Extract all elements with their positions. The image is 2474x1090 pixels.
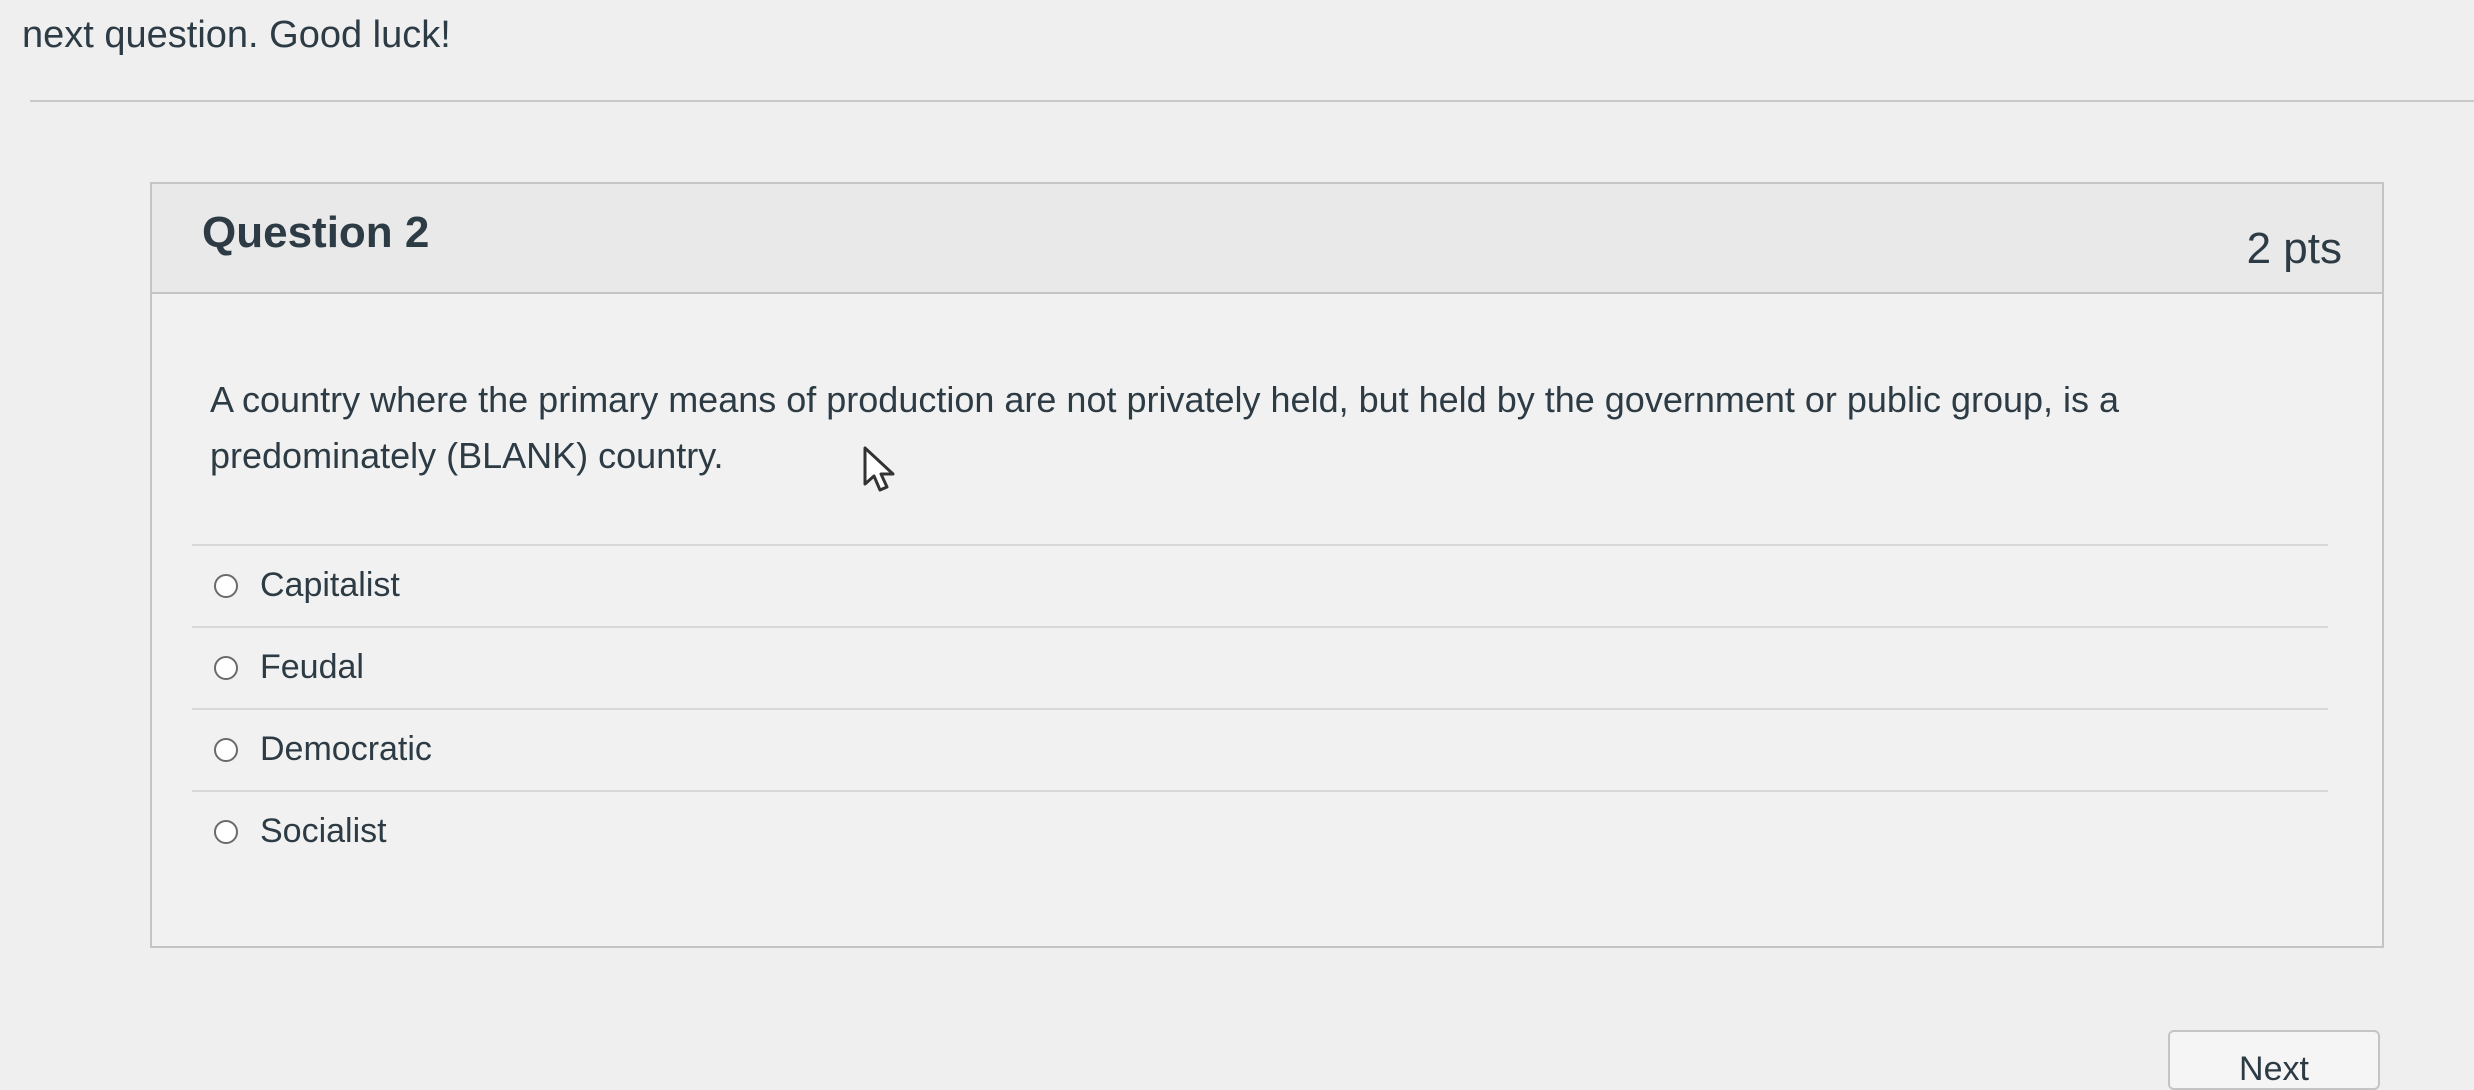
mouse-cursor-icon [863, 446, 895, 492]
question-card: Question 2 2 pts A country where the pri… [150, 182, 2384, 948]
question-header: Question 2 2 pts [152, 184, 2382, 294]
answer-list: Capitalist Feudal Democratic Socialist [192, 544, 2328, 872]
answer-option-socialist[interactable]: Socialist [192, 790, 2328, 872]
next-button[interactable]: Next [2168, 1030, 2380, 1090]
radio-button[interactable] [214, 656, 238, 680]
intro-text: next question. Good luck! [22, 14, 451, 56]
question-points: 2 pts [2246, 224, 2342, 273]
answer-label[interactable]: Feudal [260, 648, 364, 687]
answer-option-capitalist[interactable]: Capitalist [192, 544, 2328, 626]
question-text: A country where the primary means of pro… [210, 379, 2120, 476]
section-divider [30, 100, 2474, 102]
question-title: Question 2 [202, 208, 430, 257]
answer-label[interactable]: Capitalist [260, 566, 400, 605]
answer-label[interactable]: Socialist [260, 812, 387, 851]
radio-button[interactable] [214, 574, 238, 598]
radio-button[interactable] [214, 820, 238, 844]
answer-option-democratic[interactable]: Democratic [192, 708, 2328, 790]
answer-label[interactable]: Democratic [260, 730, 432, 769]
answer-option-feudal[interactable]: Feudal [192, 626, 2328, 708]
radio-button[interactable] [214, 738, 238, 762]
